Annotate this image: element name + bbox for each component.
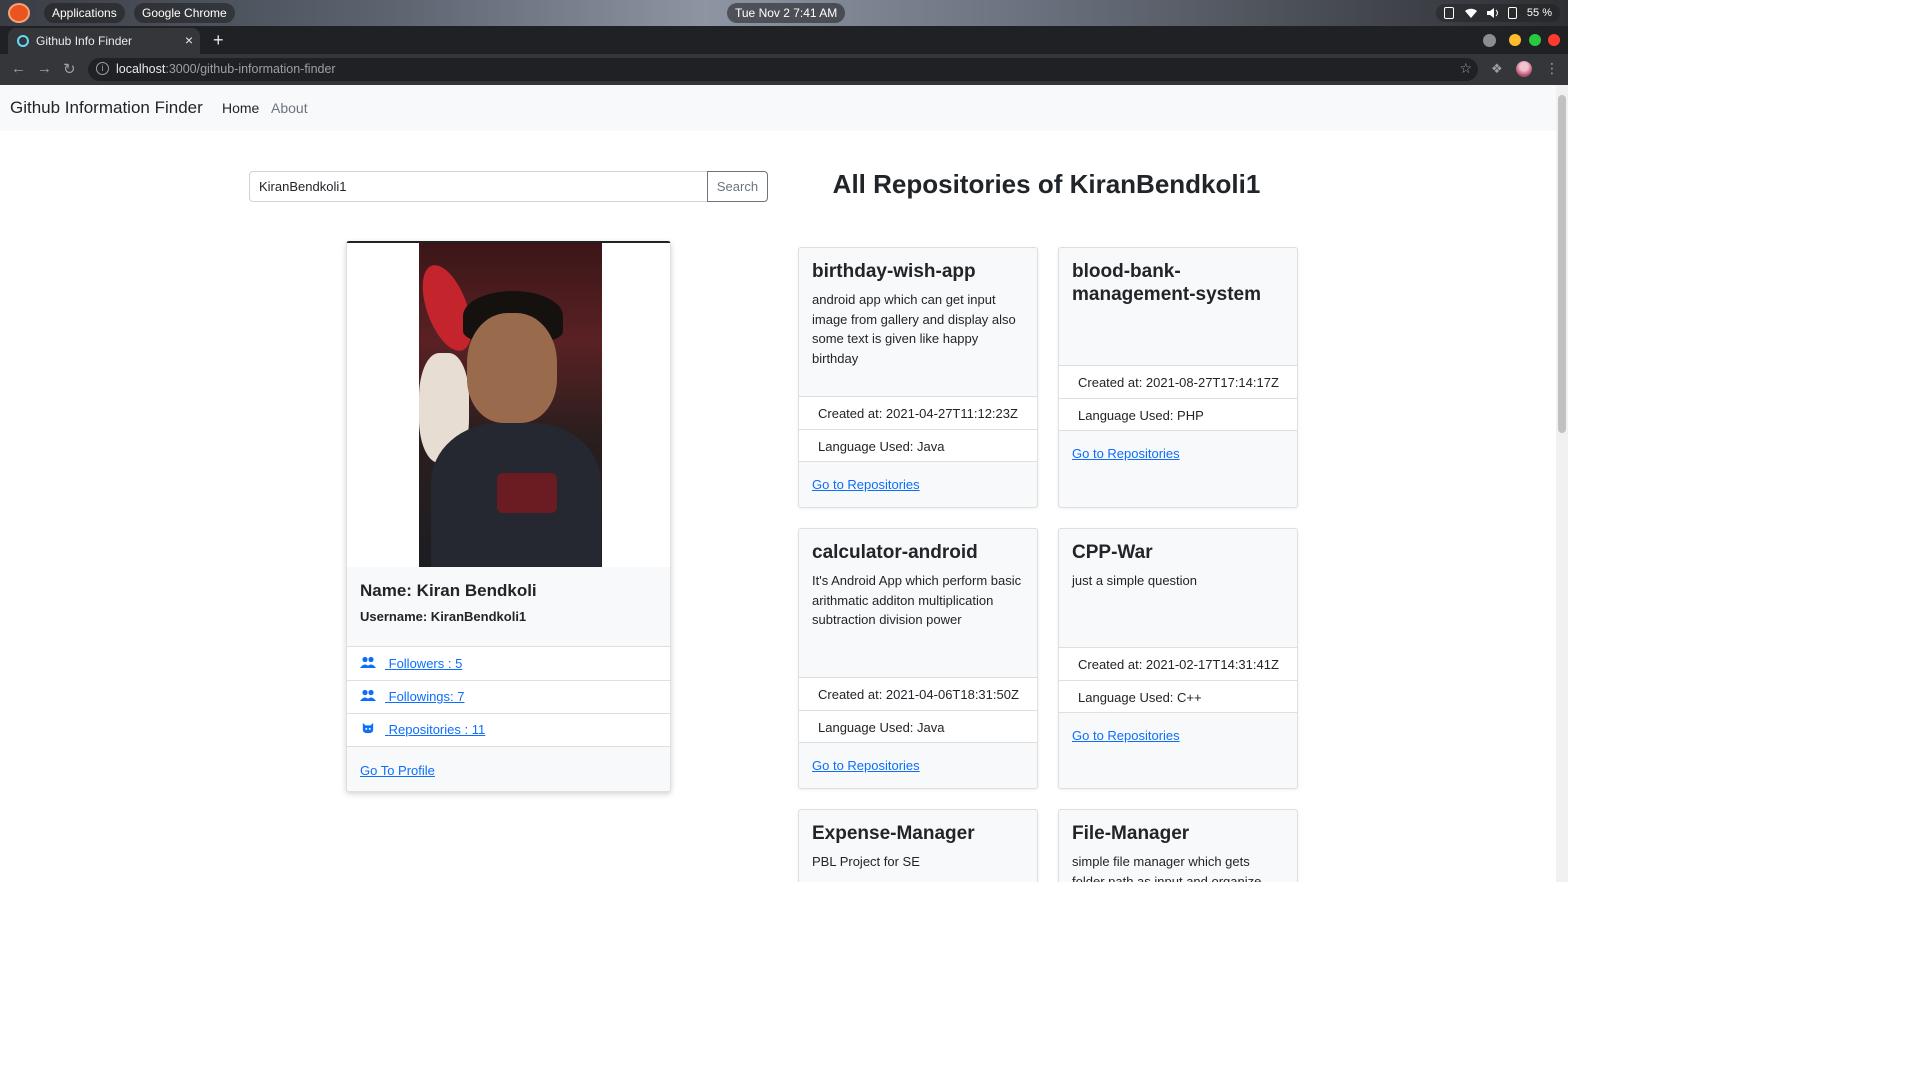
followers-label: Followers : 5 [388,655,463,671]
repo-meta-list: Created at: 2021-02-17T14:31:41Z Languag… [1059,647,1297,713]
scrollbar-thumb[interactable] [1558,95,1566,433]
repo-created: Created at: 2021-04-27T11:12:23Z [799,396,1037,429]
repo-description: android app which can get input image fr… [812,292,1016,366]
profile-name: Name: Kiran Bendkoli [360,581,537,600]
repo-card: blood-bank-management-system Created at:… [1058,247,1298,508]
repo-card: calculator-android It's Android App whic… [798,528,1038,789]
battery-icon [1507,7,1517,19]
volume-icon [1486,7,1498,19]
site-navbar: Github Information Finder Home About [0,85,1556,131]
page-scrollbar[interactable] [1556,85,1568,882]
followers-item: Followers : 5 [347,646,670,680]
react-favicon-icon [17,35,29,47]
users-icon [360,690,376,702]
repo-card: CPP-War just a simple question Created a… [1058,528,1298,789]
repo-description: just a simple question [1072,573,1198,588]
followings-label: Followings: 7 [388,689,465,705]
username-search-input[interactable] [249,171,708,202]
repo-title: File-Manager [1072,823,1190,844]
extensions-puzzle-icon[interactable]: ❖ [1491,61,1505,76]
search-button[interactable]: Search [707,171,768,202]
repo-title: birthday-wish-app [812,261,976,282]
followings-item: Followings: 7 [347,679,670,714]
clipboard-icon[interactable] [1443,7,1454,19]
tab-title: Github Info Finder [36,34,133,48]
go-to-profile-link[interactable]: Go To Profile [360,763,435,778]
users-icon [360,656,376,668]
repositories-item: Repositories : 11 [347,713,670,747]
repo-language: Language Used: C++ [1059,680,1297,713]
page-viewport: Github Information Finder Home About Sea… [0,85,1568,882]
repo-created: Created at: 2021-04-06T18:31:50Z [799,677,1037,710]
repositories-heading: All Repositories of KiranBendkoli1 [832,169,1261,199]
followers-link[interactable]: Followers : 5 [360,656,462,671]
profile-avatar-icon[interactable] [1516,61,1532,77]
site-info-icon[interactable]: i [96,62,109,75]
repo-card: Expense-Manager PBL Project for SE [798,809,1038,882]
repo-description: PBL Project for SE [812,854,920,869]
wifi-icon [1464,7,1477,19]
repo-title: Expense-Manager [812,823,975,844]
repo-language: Language Used: Java [799,429,1037,462]
repo-title: CPP-War [1072,542,1153,563]
tab-search-icon[interactable] [1483,34,1496,47]
applications-menu[interactable]: Applications [44,3,125,23]
close-window-button[interactable] [1548,34,1560,46]
system-tray[interactable]: 55 % [1435,4,1560,22]
new-tab-button[interactable]: + [213,30,224,51]
repo-description: simple file manager which gets folder pa… [1072,854,1262,882]
repo-created: Created at: 2021-08-27T17:14:17Z [1059,365,1297,398]
maximize-window-button[interactable] [1529,34,1541,46]
nav-home-link[interactable]: Home [222,100,259,116]
browser-menu-icon[interactable]: ⋮ [1545,60,1559,77]
repo-meta-list: Created at: 2021-04-27T11:12:23Z Languag… [799,396,1037,462]
profile-username: Username: KiranBendkoli1 [360,609,527,624]
followings-link[interactable]: Followings: 7 [360,689,465,704]
github-octocat-icon [362,723,374,734]
repo-title: blood-bank-management-system [1072,261,1262,305]
battery-percent: 55 % [1526,7,1552,19]
repositories-label: Repositories : 11 [388,722,486,738]
minimize-window-button[interactable] [1509,34,1521,46]
clock[interactable]: Tue Nov 2 7:41 AM [727,3,846,23]
browser-tab[interactable]: Github Info Finder × [8,28,200,54]
reload-icon[interactable]: ↻ [63,60,76,78]
repo-card: File-Manager simple file manager which g… [1058,809,1298,882]
go-to-repository-link[interactable]: Go to Repositories [812,758,920,773]
go-to-repository-link[interactable]: Go to Repositories [1072,446,1180,461]
navbar-brand[interactable]: Github Information Finder [10,98,203,118]
go-to-repository-link[interactable]: Go to Repositories [1072,728,1180,743]
repo-meta-list: Created at: 2021-08-27T17:14:17Z Languag… [1059,365,1297,431]
bookmark-star-icon[interactable]: ☆ [1459,60,1472,77]
browser-tab-strip: Github Info Finder × [0,26,1568,54]
active-app-menu[interactable]: Google Chrome [134,3,235,23]
back-icon[interactable]: ← [11,60,26,77]
profile-stats-list: Followers : 5 Followings: 7 Repositories… [347,646,670,747]
profile-card: Name: Kiran Bendkoli Username: KiranBend… [346,241,671,792]
repo-card: birthday-wish-app android app which can … [798,247,1038,508]
system-top-bar: Applications Google Chrome Tue Nov 2 7:4… [0,0,1568,26]
profile-photo-area [347,243,670,567]
repo-created: Created at: 2021-02-17T14:31:41Z [1059,647,1297,680]
ubuntu-logo-icon[interactable] [8,3,30,23]
address-bar[interactable]: i localhost:3000/github-information-find… [88,58,1478,81]
forward-icon[interactable]: → [37,60,52,77]
repo-title: calculator-android [812,542,978,563]
repo-meta-list: Created at: 2021-04-06T18:31:50Z Languag… [799,677,1037,743]
repo-language: Language Used: Java [799,710,1037,743]
go-to-repository-link[interactable]: Go to Repositories [812,477,920,492]
profile-avatar-image [419,243,602,567]
tab-close-icon[interactable]: × [185,32,193,48]
browser-toolbar: ← → ↻ i localhost:3000/github-informatio… [0,54,1568,85]
nav-about-link[interactable]: About [271,100,308,116]
address-url[interactable]: localhost:3000/github-information-finder [116,62,336,76]
repo-language: Language Used: PHP [1059,398,1297,431]
repo-description: It's Android App which perform basic ari… [812,573,1022,628]
repositories-link[interactable]: Repositories : 11 [360,722,485,737]
